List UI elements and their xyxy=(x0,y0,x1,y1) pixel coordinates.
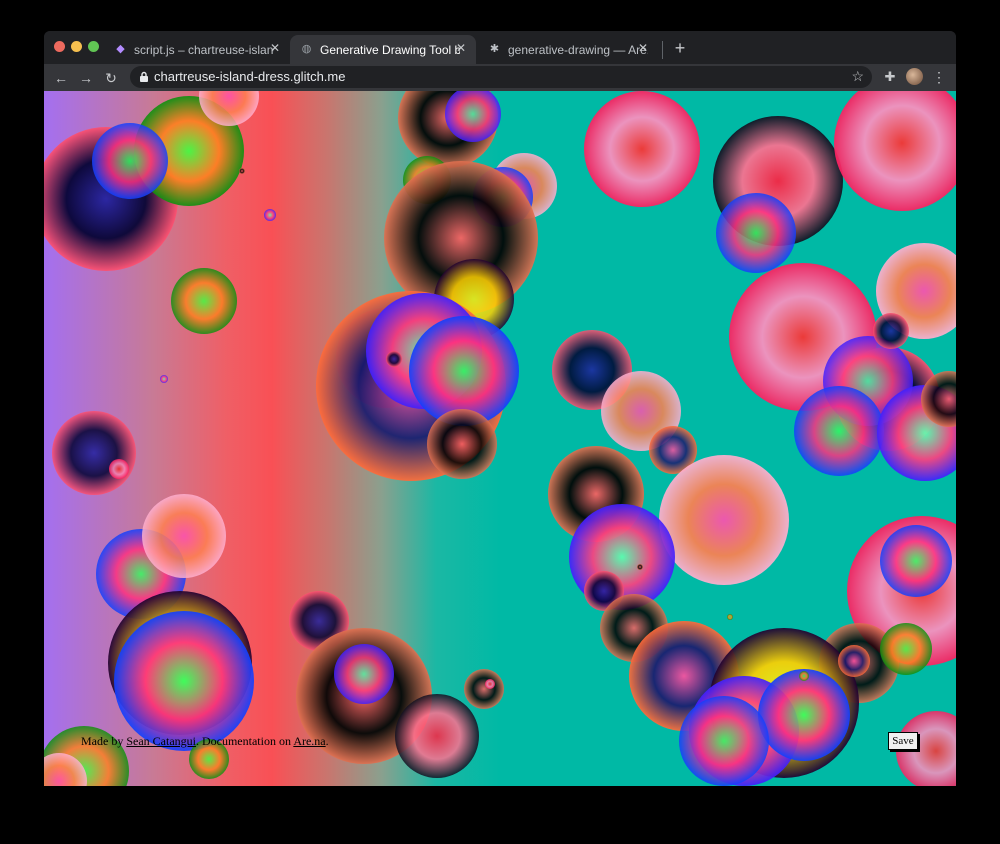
art-circle xyxy=(171,268,237,334)
maximize-window-button[interactable] xyxy=(88,41,99,52)
generative-art[interactable] xyxy=(44,91,956,786)
tab-label: script.js – chartreuse-island-dress xyxy=(134,43,274,57)
close-icon[interactable]: ✕ xyxy=(268,41,282,55)
minimize-window-button[interactable] xyxy=(71,41,82,52)
extensions-puzzle-icon[interactable]: ✚ xyxy=(882,69,898,85)
tab-generative-drawing[interactable]: ◍ Generative Drawing Tool by Sean Catang… xyxy=(290,35,476,64)
lock-icon xyxy=(140,71,148,82)
arena-link[interactable]: Are.na xyxy=(293,734,325,748)
close-icon[interactable]: ✕ xyxy=(636,41,650,55)
art-circle xyxy=(485,679,495,689)
art-circle xyxy=(160,375,168,383)
tab-label: Generative Drawing Tool by Sean Catangui xyxy=(320,43,460,57)
browser-window: ◆ script.js – chartreuse-island-dress ✕ … xyxy=(44,31,956,786)
forward-arrow-icon[interactable]: → xyxy=(76,68,96,88)
bookmark-star-icon[interactable]: ☆ xyxy=(851,68,864,85)
tab-arena[interactable]: ✱ generative-drawing — Are.na ✕ xyxy=(478,35,658,64)
art-circle xyxy=(637,564,643,570)
address-bar[interactable]: chartreuse-island-dress.glitch.me ☆ xyxy=(130,66,872,88)
art-circle xyxy=(727,614,733,620)
glitch-fish-icon: ◆ xyxy=(116,43,125,55)
arena-icon: ✱ xyxy=(489,43,500,55)
art-circle xyxy=(659,455,789,585)
close-window-button[interactable] xyxy=(54,41,65,52)
art-circle xyxy=(142,494,226,578)
reload-icon[interactable]: ↻ xyxy=(101,68,121,88)
close-icon[interactable]: ✕ xyxy=(454,41,468,55)
kebab-menu-icon[interactable]: ⋮ xyxy=(932,68,946,86)
save-button[interactable]: Save xyxy=(888,732,918,750)
art-circle xyxy=(395,694,479,778)
footer-middle: . Documentation on xyxy=(195,734,294,748)
footer-prefix: Made by xyxy=(81,734,127,748)
art-circle xyxy=(109,459,129,479)
author-link[interactable]: Sean Catangui xyxy=(126,734,196,748)
art-circle xyxy=(679,696,769,786)
art-circle xyxy=(880,525,952,597)
art-circle xyxy=(880,623,932,675)
art-circle xyxy=(873,313,909,349)
art-circle xyxy=(386,351,402,367)
drawing-canvas[interactable]: Made by Sean Catangui. Documentation on … xyxy=(44,91,956,786)
art-circle xyxy=(92,123,168,199)
art-circle xyxy=(264,209,276,221)
url-text: chartreuse-island-dress.glitch.me xyxy=(154,69,346,84)
new-tab-button[interactable]: + xyxy=(670,38,690,58)
footer-credit: Made by Sean Catangui. Documentation on … xyxy=(81,734,329,749)
art-circle xyxy=(758,669,850,761)
globe-icon: ◍ xyxy=(301,43,312,55)
art-circle xyxy=(584,91,700,207)
art-circle xyxy=(834,91,956,211)
tab-bar: ◆ script.js – chartreuse-island-dress ✕ … xyxy=(44,31,956,64)
art-circle xyxy=(52,411,136,495)
tab-script[interactable]: ◆ script.js – chartreuse-island-dress ✕ xyxy=(104,35,290,64)
tab-label: generative-drawing — Are.na xyxy=(508,43,648,57)
tab-divider xyxy=(662,41,663,59)
art-circle xyxy=(716,193,796,273)
footer-suffix: . xyxy=(325,734,329,748)
browser-toolbar: ← → ↻ chartreuse-island-dress.glitch.me … xyxy=(44,64,956,91)
art-circle xyxy=(794,386,884,476)
art-circle xyxy=(334,644,394,704)
profile-avatar[interactable] xyxy=(906,68,923,85)
art-circle xyxy=(427,409,497,479)
back-arrow-icon[interactable]: ← xyxy=(51,68,71,88)
art-circle xyxy=(464,669,504,709)
art-circle xyxy=(239,168,245,174)
art-circle xyxy=(838,645,870,677)
art-circle xyxy=(799,671,809,681)
art-circle xyxy=(114,611,254,751)
